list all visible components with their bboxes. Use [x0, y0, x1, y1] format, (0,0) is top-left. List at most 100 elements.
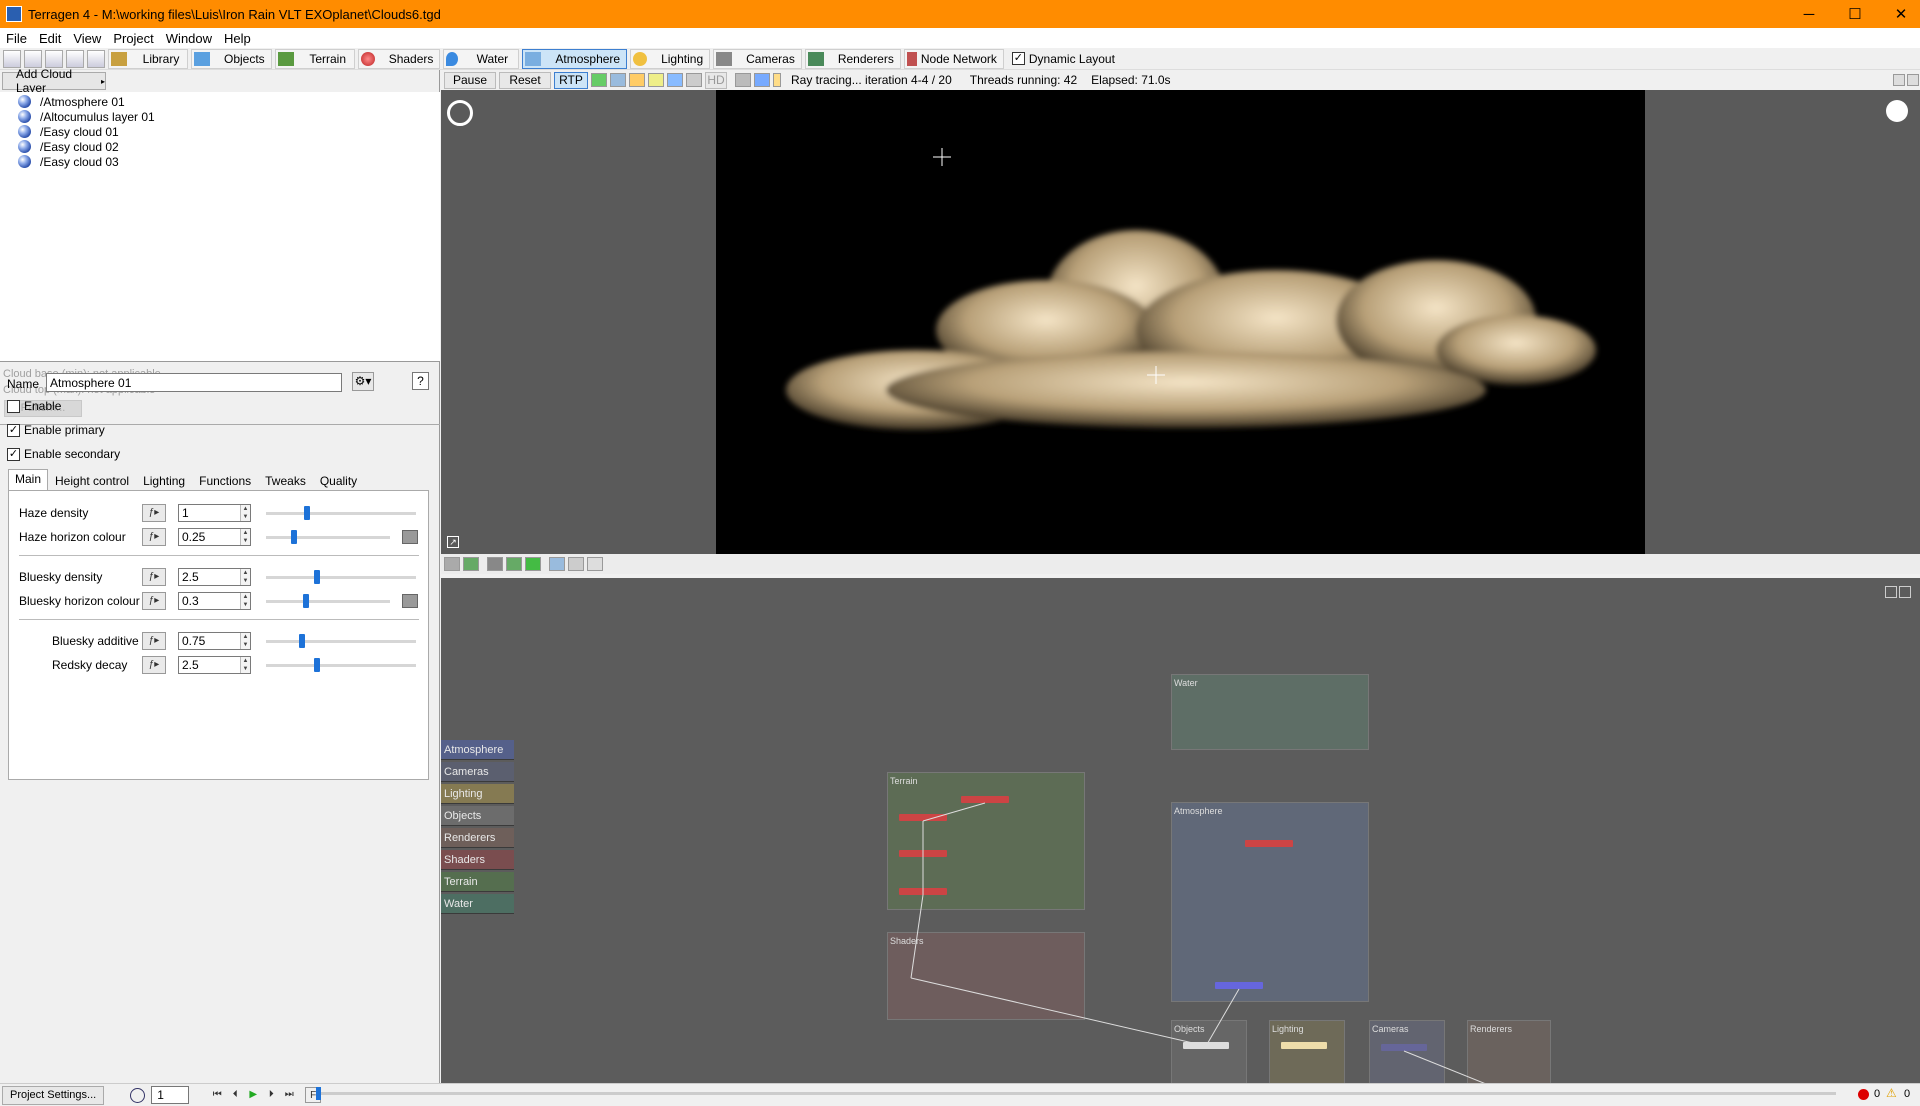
enable-checkbox[interactable] [7, 399, 20, 413]
reset-button[interactable]: Reset [499, 71, 551, 89]
last-frame-icon[interactable]: ⏭ [281, 1087, 297, 1103]
close-button[interactable]: ✕ [1878, 0, 1920, 28]
bluesky-additive-slider[interactable] [266, 634, 416, 648]
node-network-view[interactable]: Atmosphere Cameras Lighting Objects Rend… [441, 578, 1920, 1083]
sun-view-icon[interactable] [629, 73, 645, 87]
maximize-button[interactable]: ☐ [1832, 0, 1878, 28]
tab-height-control[interactable]: Height control [48, 471, 136, 490]
slider-knob[interactable] [314, 658, 320, 672]
light-icon[interactable] [648, 73, 664, 87]
bluesky-horizon-colour-input[interactable]: 0.3 ▲ ▼ [178, 592, 251, 610]
next-frame-icon[interactable]: ⏵ [263, 1087, 279, 1103]
library-button[interactable]: Library [108, 48, 188, 69]
haze-density-slider[interactable] [266, 506, 416, 520]
terrain-button[interactable]: Terrain [274, 48, 355, 69]
bluesky-density-slider[interactable] [266, 570, 416, 584]
enable-row[interactable]: Enable [7, 399, 61, 413]
slider-knob[interactable] [303, 594, 309, 608]
tree-item[interactable]: /Easy cloud 02 [14, 139, 119, 154]
brush-icon[interactable] [735, 73, 751, 87]
function-icon[interactable]: ƒ▸ [142, 504, 166, 522]
new-file-icon[interactable] [3, 49, 21, 68]
tab-tweaks[interactable]: Tweaks [258, 471, 313, 490]
camera-icon[interactable] [444, 557, 460, 571]
spinner-arrows[interactable]: ▲ ▼ [240, 505, 250, 521]
enable-primary-row[interactable]: ✓ Enable primary [7, 423, 105, 437]
slider-knob[interactable] [304, 506, 310, 520]
node-network-button[interactable]: Node Network [903, 48, 1004, 69]
navigate-icon[interactable] [447, 100, 473, 126]
function-icon[interactable]: ƒ▸ [142, 592, 166, 610]
bluesky-horizon-colour-swatch[interactable] [402, 594, 418, 608]
tab-functions[interactable]: Functions [192, 471, 258, 490]
name-input[interactable]: Atmosphere 01 [46, 373, 342, 392]
haze-horizon-colour-input[interactable]: 0.25 ▲ ▼ [178, 528, 251, 546]
bluesky-density-input[interactable]: 2.5 ▲ ▼ [178, 568, 251, 586]
tree-item[interactable]: /Atmosphere 01 [14, 94, 125, 109]
sun-icon[interactable] [1886, 100, 1908, 122]
spinner-arrows[interactable]: ▲ ▼ [240, 657, 250, 673]
preview-icon[interactable] [686, 73, 702, 87]
function-icon[interactable]: ƒ▸ [142, 528, 166, 546]
cameras-button[interactable]: Cameras [713, 48, 802, 69]
renderers-button[interactable]: Renderers [804, 48, 901, 69]
timeline-knob[interactable] [316, 1087, 321, 1100]
slider-knob[interactable] [314, 570, 320, 584]
tab-quality[interactable]: Quality [313, 471, 364, 490]
atmosphere-view-icon[interactable] [667, 73, 683, 87]
menu-file[interactable]: File [0, 31, 33, 46]
spinner-arrows[interactable]: ▲ ▼ [240, 529, 250, 545]
menu-edit[interactable]: Edit [33, 31, 67, 46]
bluesky-horizon-colour-slider[interactable] [266, 594, 390, 608]
haze-density-input[interactable]: 1 ▲ ▼ [178, 504, 251, 522]
shaders-button[interactable]: Shaders [357, 48, 441, 69]
close-pane-icon[interactable] [1907, 74, 1919, 86]
haze-horizon-colour-slider[interactable] [266, 530, 390, 544]
curve-icon[interactable] [587, 557, 603, 571]
help-button[interactable]: ? [412, 372, 429, 390]
slider-knob[interactable] [291, 530, 297, 544]
spinner-arrows[interactable]: ▲ ▼ [240, 633, 250, 649]
clock-icon[interactable] [130, 1087, 146, 1103]
lighting-button[interactable]: Lighting [630, 48, 711, 69]
cloud-view-icon[interactable] [610, 73, 626, 87]
redsky-decay-input[interactable]: 2.5 ▲ ▼ [178, 656, 251, 674]
camera-icon[interactable] [487, 557, 503, 571]
objects-button[interactable]: Objects [191, 48, 272, 69]
menu-window[interactable]: Window [160, 31, 218, 46]
crop-icon[interactable] [754, 73, 770, 87]
slider-knob[interactable] [299, 634, 305, 648]
water-button[interactable]: Water [443, 48, 520, 69]
spinner-arrows[interactable]: ▲ ▼ [240, 569, 250, 585]
gear-icon[interactable]: ⚙▾ [352, 372, 374, 391]
function-icon[interactable]: ƒ▸ [142, 632, 166, 650]
save-icon[interactable] [45, 49, 63, 68]
redsky-decay-slider[interactable] [266, 658, 416, 672]
dynamic-layout-checkbox[interactable]: ✓ [1011, 52, 1025, 65]
menu-help[interactable]: Help [218, 31, 257, 46]
image-icon[interactable] [463, 557, 479, 571]
enable-primary-checkbox[interactable]: ✓ [7, 423, 20, 437]
previous-frame-icon[interactable]: ⏴ [227, 1087, 243, 1103]
pause-button[interactable]: Pause [444, 71, 496, 89]
menu-project[interactable]: Project [107, 31, 159, 46]
eye-icon[interactable] [549, 557, 565, 571]
add-cloud-layer-button[interactable]: Add Cloud Layer ▸ [2, 67, 106, 95]
refresh-icon[interactable] [525, 557, 541, 571]
bar-icon[interactable] [773, 73, 781, 87]
spinner-arrows[interactable]: ▲ ▼ [240, 593, 250, 609]
haze-horizon-colour-swatch[interactable] [402, 530, 418, 544]
minimize-button[interactable]: ─ [1786, 0, 1832, 28]
atmosphere-button[interactable]: Atmosphere [522, 48, 628, 69]
open-file-icon[interactable] [24, 49, 42, 68]
enable-secondary-row[interactable]: ✓ Enable secondary [7, 447, 120, 461]
render-view[interactable]: ↗ [441, 90, 1920, 554]
zoom-icon[interactable]: ↗ [447, 536, 459, 548]
dock-icon[interactable] [1893, 74, 1905, 86]
timeline-slider[interactable] [316, 1087, 1836, 1100]
function-icon[interactable]: ƒ▸ [142, 568, 166, 586]
frame-input[interactable]: 1 [151, 1086, 190, 1104]
copy-icon[interactable] [66, 49, 84, 68]
enable-secondary-checkbox[interactable]: ✓ [7, 447, 20, 461]
fit-view-icon[interactable] [568, 557, 584, 571]
